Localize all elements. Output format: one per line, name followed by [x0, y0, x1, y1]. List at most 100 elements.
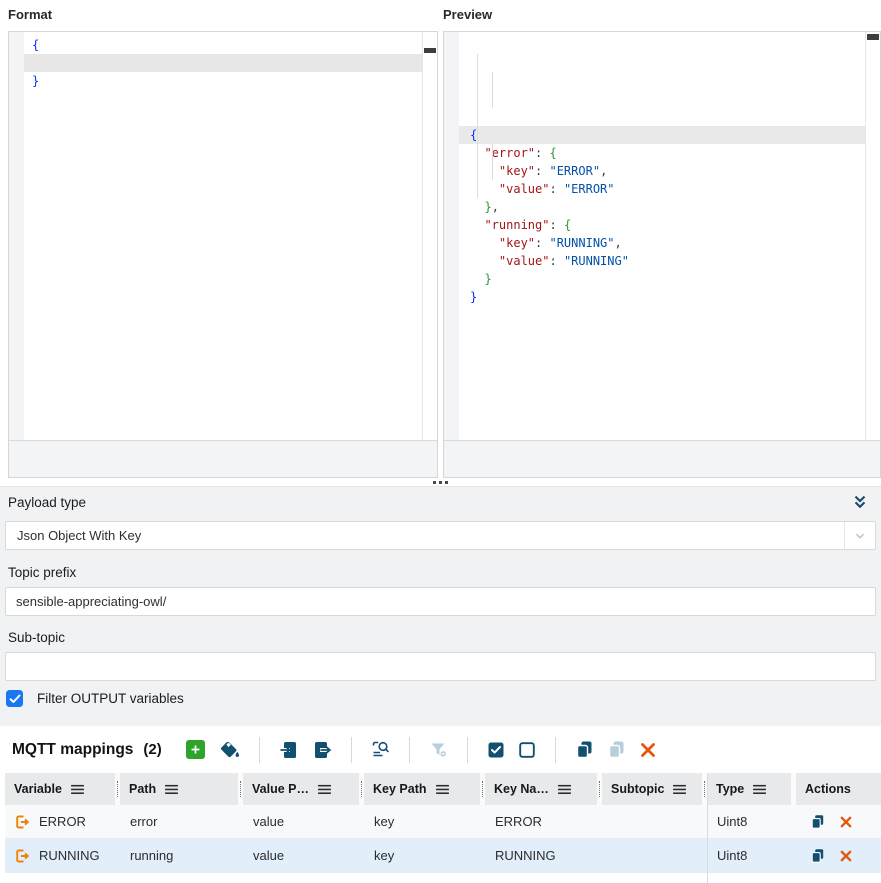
preview-editor-scrollbar[interactable]	[865, 32, 880, 441]
column-menu-icon[interactable]	[165, 784, 178, 795]
column-label: Key Path	[373, 782, 427, 796]
column-header[interactable]: Value P…	[243, 773, 359, 805]
cell-actions	[796, 814, 881, 829]
resize-dot	[445, 481, 448, 484]
filter-output-row: Filter OUTPUT variables	[6, 690, 184, 707]
format-editor-panel: { }	[8, 31, 438, 478]
cell-key-path: key	[364, 848, 485, 863]
clear-filter-button-disabled[interactable]	[429, 740, 448, 759]
cell-variable: RUNNING	[5, 848, 120, 864]
table-header-row: Variable Path Value P… Key Path Key Na… …	[5, 773, 881, 805]
preview-scrollbar-thumb[interactable]	[867, 34, 879, 40]
variable-name: RUNNING	[39, 848, 100, 863]
column-label: Path	[129, 782, 156, 796]
column-resize-handle[interactable]	[238, 773, 243, 805]
column-header[interactable]: Variable	[5, 773, 115, 805]
toolbar-divider	[555, 737, 556, 763]
cell-path: running	[120, 848, 243, 863]
variable-name: ERROR	[39, 814, 86, 829]
topic-prefix-input[interactable]	[5, 587, 876, 616]
search-table-icon	[371, 740, 390, 759]
column-header[interactable]: Type	[707, 773, 791, 805]
checkbox-checked-icon	[487, 741, 505, 759]
import-mappings-button[interactable]	[279, 740, 299, 760]
cell-path: error	[120, 814, 243, 829]
preview-code-viewer: { "error": { "key": "ERROR", "value": "E…	[459, 32, 866, 441]
toolbar-divider	[467, 737, 468, 763]
sub-topic-input[interactable]	[5, 652, 876, 681]
clear-all-button[interactable]	[218, 740, 240, 760]
search-mappings-button[interactable]	[371, 740, 390, 759]
payload-type-value: Json Object With Key	[6, 528, 141, 543]
copy-mappings-button[interactable]	[575, 740, 594, 759]
mappings-table: Variable Path Value P… Key Path Key Na… …	[0, 773, 881, 883]
indent-guide	[492, 72, 493, 108]
column-label: Actions	[805, 782, 851, 796]
column-menu-icon[interactable]	[673, 784, 686, 795]
import-file-icon	[279, 740, 299, 760]
panel-resize-handle[interactable]	[0, 478, 881, 486]
cell-actions	[796, 848, 881, 863]
toolbar-divider	[351, 737, 352, 763]
copy-row-icon[interactable]	[810, 814, 825, 829]
mappings-count: (2)	[143, 741, 161, 758]
column-resize-handle[interactable]	[791, 773, 796, 805]
column-resize-handle[interactable]	[359, 773, 364, 805]
export-mappings-button[interactable]	[312, 740, 332, 760]
paste-mappings-button-disabled[interactable]	[607, 740, 626, 759]
column-header[interactable]: Key Na…	[485, 773, 597, 805]
plus-icon	[188, 742, 203, 757]
format-editor-scrollbar[interactable]	[422, 32, 437, 441]
column-menu-icon[interactable]	[71, 784, 84, 795]
mappings-toolbar: MQTT mappings (2)	[0, 726, 881, 773]
payload-type-select[interactable]: Json Object With Key	[5, 521, 876, 550]
output-variable-icon	[14, 814, 30, 830]
resize-dot	[433, 481, 436, 484]
delete-row-icon[interactable]	[839, 815, 853, 829]
format-scrollbar-thumb[interactable]	[424, 48, 436, 53]
indent-guide	[477, 54, 478, 198]
column-menu-icon[interactable]	[318, 784, 331, 795]
delete-row-icon[interactable]	[839, 849, 853, 863]
deselect-all-button[interactable]	[518, 741, 536, 759]
cell-key-name: RUNNING	[485, 848, 602, 863]
format-code-editor[interactable]: { }	[24, 32, 423, 441]
resize-dot	[439, 481, 442, 484]
column-header[interactable]: Subtopic	[602, 773, 702, 805]
column-header[interactable]: Path	[120, 773, 238, 805]
output-variable-icon	[14, 848, 30, 864]
column-resize-handle[interactable]	[115, 773, 120, 805]
table-row[interactable]: ERROR error value key ERROR Uint8	[5, 805, 881, 839]
check-icon	[9, 694, 21, 704]
filter-output-label: Filter OUTPUT variables	[37, 691, 184, 706]
sub-topic-label: Sub-topic	[8, 630, 65, 645]
delete-x-icon	[639, 741, 657, 759]
format-editor-statusbar	[9, 440, 437, 477]
delete-mappings-button[interactable]	[639, 741, 657, 759]
column-header[interactable]: Actions	[796, 773, 881, 805]
table-row[interactable]: RUNNING running value key RUNNING Uint8	[5, 839, 881, 873]
column-resize-handle[interactable]	[480, 773, 485, 805]
cell-variable: ERROR	[5, 814, 120, 830]
topic-prefix-label: Topic prefix	[8, 565, 76, 580]
export-file-icon	[312, 740, 332, 760]
format-editor-gutter	[9, 32, 24, 441]
cell-key-name: ERROR	[485, 814, 602, 829]
filter-output-checkbox[interactable]	[6, 690, 23, 707]
preview-editor-gutter	[444, 32, 459, 441]
column-header[interactable]: Key Path	[364, 773, 480, 805]
column-menu-icon[interactable]	[753, 784, 766, 795]
payload-type-label: Payload type	[8, 495, 86, 510]
select-all-button[interactable]	[487, 741, 505, 759]
copy-row-icon[interactable]	[810, 848, 825, 863]
add-mapping-button[interactable]	[186, 740, 205, 759]
preview-editor-panel: { "error": { "key": "ERROR", "value": "E…	[443, 31, 881, 478]
column-menu-icon[interactable]	[436, 784, 449, 795]
column-resize-handle[interactable]	[597, 773, 602, 805]
column-menu-icon[interactable]	[558, 784, 571, 795]
cell-type: Uint8	[707, 814, 796, 829]
filter-clear-icon	[429, 740, 448, 759]
table-body: ERROR error value key ERROR Uint8 RUNNIN…	[5, 805, 881, 873]
column-label: Subtopic	[611, 782, 664, 796]
collapse-section-button[interactable]	[850, 492, 870, 512]
